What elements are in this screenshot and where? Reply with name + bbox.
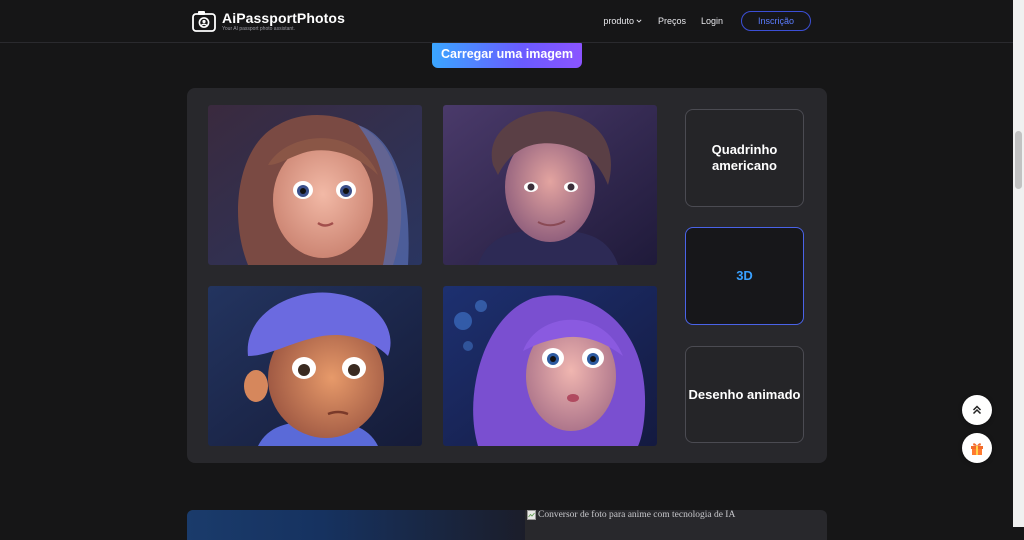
scrollbar-track[interactable] xyxy=(1013,0,1024,527)
site-header: AiPassportPhotos Your AI passport photo … xyxy=(0,0,1013,43)
scroll-to-top-button[interactable] xyxy=(962,395,992,425)
brand-logo[interactable]: AiPassportPhotos Your AI passport photo … xyxy=(192,10,345,32)
preview-image-girl-purple-hair xyxy=(443,286,657,446)
nav-login[interactable]: Login xyxy=(701,16,723,26)
preview-image-girl-wavy-hair xyxy=(208,105,422,265)
bottom-section-image xyxy=(187,510,525,540)
broken-image: Conversor de foto para anime com tecnolo… xyxy=(527,508,827,522)
style-button-3d[interactable]: 3D xyxy=(685,227,804,325)
nav-pricing[interactable]: Preços xyxy=(658,16,686,26)
brand-tagline: Your AI passport photo assistant. xyxy=(222,25,295,32)
scrollbar-thumb[interactable] xyxy=(1015,131,1022,189)
signup-button[interactable]: Inscrição xyxy=(741,11,811,31)
double-chevron-up-icon xyxy=(972,405,982,415)
style-button-cartoon[interactable]: Desenho animado xyxy=(685,346,804,443)
nav-product[interactable]: produto xyxy=(603,16,642,26)
gift-icon xyxy=(971,443,983,455)
nav-product-label: produto xyxy=(603,16,634,26)
chevron-down-icon xyxy=(636,19,642,23)
upload-image-button[interactable]: Carregar uma imagem xyxy=(432,39,582,68)
broken-image-alt-text: Conversor de foto para anime com tecnolo… xyxy=(538,510,736,520)
brand-name: AiPassportPhotos xyxy=(222,9,345,26)
preview-image-young-man xyxy=(443,105,657,265)
main-nav: produto Preços Login Inscrição xyxy=(603,11,811,31)
broken-image-icon xyxy=(527,510,536,520)
gift-button[interactable] xyxy=(962,433,992,463)
style-preview-panel: Quadrinho americano 3D Desenho animado xyxy=(187,88,827,463)
preview-image-boy-purple-hair xyxy=(208,286,422,446)
style-button-american-comic[interactable]: Quadrinho americano xyxy=(685,109,804,207)
camera-logo-icon xyxy=(192,11,216,32)
